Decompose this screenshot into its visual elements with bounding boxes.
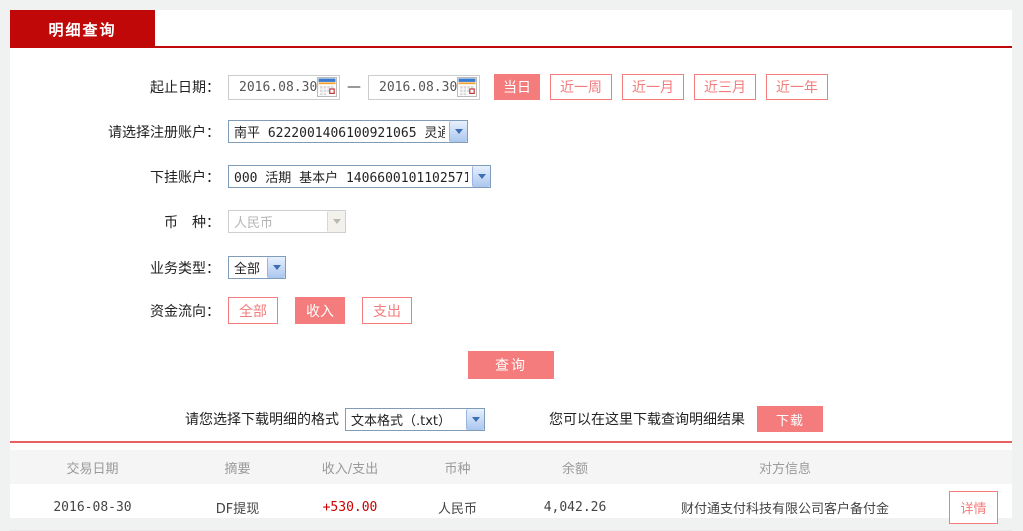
cell-amount: +530.00	[300, 500, 400, 515]
chevron-down-icon	[472, 166, 490, 187]
query-button-row: 查询	[10, 351, 1012, 379]
header-summary: 摘要	[175, 458, 300, 477]
chevron-down-icon	[449, 121, 467, 142]
range-week-button[interactable]: 近一周	[550, 74, 612, 100]
sub-account-row: 下挂账户： 000 活期 基本户 1406600101102571848	[10, 165, 1012, 188]
business-type-select[interactable]: 全部	[228, 256, 286, 279]
header-amount: 收入/支出	[300, 458, 400, 477]
fund-flow-label: 资金流向：	[10, 301, 220, 321]
tab-detail-query[interactable]: 明细查询	[10, 10, 155, 48]
query-form: 起止日期： 2016.08.30	[10, 48, 1012, 432]
detail-query-panel: 明细查询 起止日期： 2016.08.30	[10, 10, 1012, 518]
start-date-input[interactable]: 2016.08.30	[228, 75, 340, 100]
sub-account-value: 000 活期 基本户 1406600101102571848	[229, 167, 468, 186]
fund-flow-row: 资金流向： 全部 收入 支出	[10, 297, 1012, 324]
cell-balance: 4,042.26	[515, 500, 635, 515]
header-balance: 余额	[515, 458, 635, 477]
table-header-row: 交易日期 摘要 收入/支出 币种 余额 对方信息	[10, 450, 1012, 484]
registered-account-row: 请选择注册账户： 南平 6222001406100921065 灵通卡	[10, 120, 1012, 143]
currency-row: 币 种： 人民币	[10, 210, 1012, 233]
download-hint: 您可以在这里下载查询明细结果	[549, 409, 745, 429]
chevron-down-icon	[327, 211, 345, 232]
download-row: 请您选择下载明细的格式 文本格式（.txt） 您可以在这里下载查询明细结果 下载	[185, 406, 1012, 432]
range-today-button[interactable]: 当日	[494, 74, 540, 100]
cell-counterparty: 财付通支付科技有限公司客户备付金	[635, 498, 935, 517]
flow-income-button[interactable]: 收入	[295, 297, 345, 324]
range-year-button[interactable]: 近一年	[766, 74, 828, 100]
cell-currency: 人民币	[400, 498, 515, 517]
download-button[interactable]: 下载	[757, 406, 823, 432]
currency-label: 币 种：	[10, 212, 220, 232]
registered-account-select[interactable]: 南平 6222001406100921065 灵通卡	[228, 120, 468, 143]
sub-account-select[interactable]: 000 活期 基本户 1406600101102571848	[228, 165, 491, 188]
calendar-icon[interactable]	[457, 77, 477, 97]
registered-account-label: 请选择注册账户：	[10, 122, 220, 142]
table-row: 2016-08-30 DF提现 +530.00 人民币 4,042.26 财付通…	[10, 484, 1012, 531]
chevron-down-icon	[267, 257, 285, 278]
range-month-button[interactable]: 近一月	[622, 74, 684, 100]
download-format-label: 请您选择下载明细的格式	[185, 409, 339, 429]
range-quarter-button[interactable]: 近三月	[694, 74, 756, 100]
end-date-value: 2016.08.30	[379, 80, 457, 95]
header-counterparty: 对方信息	[635, 458, 935, 477]
flow-all-button[interactable]: 全部	[228, 297, 278, 324]
end-date-input[interactable]: 2016.08.30	[368, 75, 480, 100]
date-range-label: 起止日期：	[10, 77, 220, 97]
currency-value: 人民币	[229, 212, 323, 231]
header-date: 交易日期	[10, 458, 175, 477]
sub-account-label: 下挂账户：	[10, 167, 220, 187]
query-button[interactable]: 查询	[468, 351, 554, 379]
tab-bar: 明细查询	[10, 10, 1012, 48]
business-type-value: 全部	[229, 258, 263, 277]
download-format-select[interactable]: 文本格式（.txt）	[345, 408, 485, 431]
date-range-row: 起止日期： 2016.08.30	[10, 74, 1012, 100]
download-format-value: 文本格式（.txt）	[346, 410, 462, 429]
detail-button[interactable]: 详情	[949, 491, 997, 524]
business-type-label: 业务类型：	[10, 258, 220, 278]
date-separator: —	[347, 79, 361, 95]
business-type-row: 业务类型： 全部	[10, 256, 1012, 279]
cell-summary: DF提现	[175, 498, 300, 517]
registered-account-value: 南平 6222001406100921065 灵通卡	[229, 122, 445, 141]
cell-date: 2016-08-30	[10, 500, 175, 515]
header-currency: 币种	[400, 458, 515, 477]
start-date-value: 2016.08.30	[239, 80, 317, 95]
chevron-down-icon	[466, 409, 484, 430]
results-table: 交易日期 摘要 收入/支出 币种 余额 对方信息 2016-08-30 DF提现…	[10, 450, 1012, 531]
flow-expense-button[interactable]: 支出	[362, 297, 412, 324]
section-divider	[10, 441, 1012, 443]
currency-select: 人民币	[228, 210, 346, 233]
calendar-icon[interactable]	[317, 77, 337, 97]
